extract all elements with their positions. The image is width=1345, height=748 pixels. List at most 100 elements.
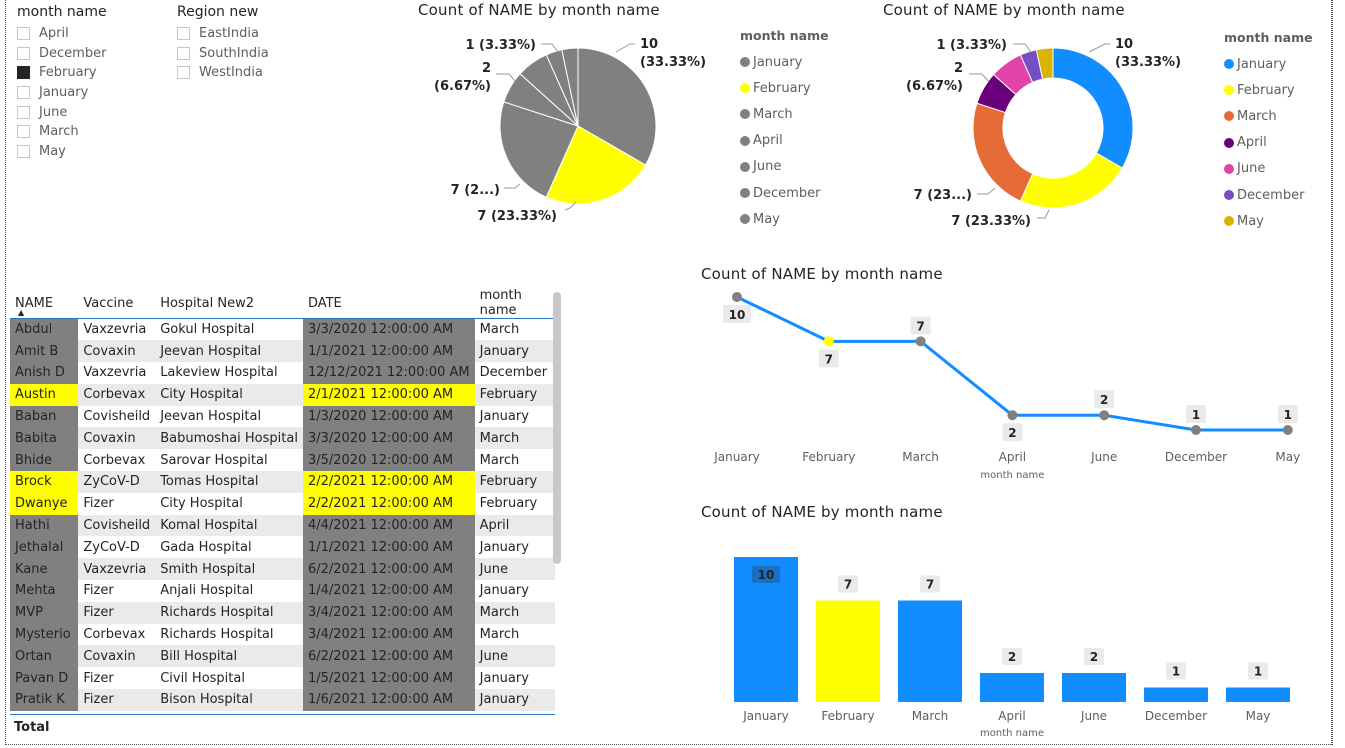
table-row[interactable]: Dwanye Fizer City Hospital 2/2/2021 12:00:0… — [10, 492, 555, 515]
checkbox[interactable] — [17, 86, 30, 100]
cell-name: Anish D — [10, 362, 79, 384]
cell-name: Ortan — [10, 645, 79, 668]
table-row[interactable]: MVP Fizer Richards Hospital 3/4/2021 12:00:… — [10, 601, 555, 624]
slicer-region-item-southindia[interactable]: SouthIndia — [177, 44, 269, 64]
checkbox[interactable] — [177, 46, 190, 60]
checkbox[interactable] — [17, 66, 30, 80]
legend-item-june[interactable]: June — [1224, 156, 1313, 182]
legend-item-march[interactable]: March — [740, 101, 829, 127]
bar-december[interactable] — [1144, 687, 1208, 703]
cell-name: Babita — [10, 427, 79, 450]
table-row[interactable]: Babita Covaxin Babumoshai Hospital 3/3/2020… — [10, 427, 555, 450]
column-header-month[interactable]: month name — [474, 288, 555, 319]
legend-item-june[interactable]: June — [740, 154, 829, 180]
slicer-month-item-april[interactable]: April — [17, 24, 107, 44]
cell-month: February — [474, 471, 555, 493]
line-point-february[interactable] — [823, 336, 834, 347]
cell-date: 1/1/2021 12:00:00 AM — [302, 340, 475, 363]
table-row[interactable]: Mysterio Corbevax Richards Hospital 3/4/202… — [10, 623, 555, 646]
slice-march[interactable] — [972, 102, 1034, 202]
x-tick-label: March — [912, 709, 949, 723]
bar-march[interactable] — [898, 600, 962, 703]
slice-february[interactable] — [1019, 152, 1123, 209]
cell-vaccine: Fizer — [78, 667, 156, 690]
line-point-june[interactable] — [1099, 410, 1110, 421]
x-tick-label: March — [902, 450, 939, 464]
table-row[interactable]: Brock ZyCoV-D Tomas Hospital 2/2/2021 12:00… — [10, 471, 555, 493]
x-tick-label: May — [1275, 450, 1300, 464]
table-row[interactable]: Jethalal ZyCoV-D Gada Hospital 1/1/2021 12:… — [10, 536, 555, 559]
line-point-april[interactable] — [1007, 410, 1018, 421]
legend-label: December — [1237, 187, 1305, 203]
checkbox[interactable] — [177, 66, 190, 80]
table-row[interactable]: Kane Vaxzevria Smith Hospital 6/2/2021 12:0… — [10, 558, 555, 581]
x-axis-title: month name — [980, 470, 1044, 481]
column-header-name[interactable]: NAME ▲ — [10, 288, 79, 319]
cell-name: Kane — [10, 558, 79, 581]
slicer-region-item-westindia[interactable]: WestIndia — [177, 63, 269, 83]
line-point-may[interactable] — [1282, 425, 1293, 435]
checkbox[interactable] — [17, 105, 30, 119]
cell-vaccine: Corbevax — [78, 449, 156, 472]
table-row[interactable]: Pavan D Fizer Civil Hospital 1/5/2021 12:00… — [10, 667, 555, 690]
checkbox[interactable] — [17, 144, 30, 158]
legend-item-january[interactable]: January — [1224, 51, 1313, 77]
table-row[interactable]: Mehta Fizer Anjali Hospital 1/4/2021 12:00:… — [10, 580, 555, 602]
table-row[interactable]: Abdul Vaxzevria Gokul Hospital 3/3/2020 12:… — [10, 318, 555, 341]
bar-february[interactable] — [816, 600, 880, 703]
column-header-vaccine[interactable]: Vaccine — [78, 288, 156, 319]
table-row[interactable]: Pratik K Fizer Bison Hospital 1/6/2021 12:0… — [10, 689, 555, 711]
legend-item-april[interactable]: April — [740, 128, 829, 154]
cell-hospital: City Hospital — [155, 492, 303, 515]
slicer-month-item-december[interactable]: December — [17, 44, 107, 64]
legend-label: February — [1237, 82, 1295, 98]
line-data-label: 1 — [1284, 408, 1292, 422]
slicer-month-item-may[interactable]: May — [17, 142, 107, 162]
column-header-hospital[interactable]: Hospital New2 — [155, 288, 303, 319]
checkbox[interactable] — [17, 27, 30, 41]
cell-name: Pratik K — [10, 689, 79, 711]
line-point-december[interactable] — [1191, 425, 1201, 435]
table-row[interactable]: Austin Corbevax City Hospital 2/1/2021 12:0… — [10, 383, 555, 406]
cell-month: December — [474, 362, 555, 384]
slicer-region-item-eastindia[interactable]: EastIndia — [177, 24, 269, 44]
data-table: NAME ▲ Vaccine Hospital New2 DATE month n… — [10, 288, 555, 738]
cell-name: Dwanye — [10, 492, 79, 515]
checkbox[interactable] — [177, 27, 190, 41]
legend-item-february[interactable]: February — [740, 75, 829, 101]
slicer-month-item-june[interactable]: June — [17, 102, 107, 122]
table-row[interactable]: Amit B Covaxin Jeevan Hospital 1/1/2021 12:… — [10, 340, 555, 363]
legend-item-march[interactable]: March — [1224, 103, 1313, 129]
legend-item-april[interactable]: April — [1224, 130, 1313, 156]
table-row[interactable]: Hathi Covisheild Komal Hospital 4/4/2021 12… — [10, 514, 555, 537]
x-tick-label: April — [998, 709, 1025, 723]
legend-item-february[interactable]: February — [1224, 77, 1313, 103]
slice-data-label: 10 — [1115, 37, 1133, 52]
bar-april[interactable] — [980, 673, 1044, 702]
table-row[interactable]: Baban Covisheild Jeevan Hospital 1/3/2020 1… — [10, 405, 555, 428]
column-header-date[interactable]: DATE — [302, 288, 475, 319]
legend-item-may[interactable]: May — [740, 206, 829, 232]
table-row[interactable]: Ortan Covaxin Bill Hospital 6/2/2021 12:00:… — [10, 645, 555, 668]
cell-hospital: City Hospital — [155, 383, 303, 406]
legend-item-january[interactable]: January — [740, 49, 829, 75]
checkbox[interactable] — [17, 46, 30, 60]
slicer-month-item-january[interactable]: January — [17, 83, 107, 103]
table-row[interactable]: Anish D Vaxzevria Lakeview Hospital 12/12/2… — [10, 362, 555, 384]
legend-item-may[interactable]: May — [1224, 208, 1313, 234]
line-point-march[interactable] — [915, 336, 926, 347]
slicer-month-item-february[interactable]: February — [17, 63, 107, 83]
line-point-january[interactable] — [732, 292, 742, 302]
slicer-month-item-march[interactable]: March — [17, 122, 107, 142]
cell-vaccine: Fizer — [78, 580, 156, 602]
table-row[interactable]: Bhide Corbevax Sarovar Hospital 3/5/2020 12… — [10, 449, 555, 472]
cell-name: Amit B — [10, 340, 79, 363]
bar-june[interactable] — [1062, 673, 1126, 702]
legend-item-december[interactable]: December — [1224, 182, 1313, 208]
legend-item-december[interactable]: December — [740, 180, 829, 206]
checkbox[interactable] — [17, 125, 30, 139]
cell-hospital: Civil Hospital — [155, 667, 303, 690]
bar-may[interactable] — [1226, 687, 1290, 703]
cell-vaccine: ZyCoV-D — [78, 536, 156, 559]
table-scrollbar[interactable] — [553, 292, 561, 564]
